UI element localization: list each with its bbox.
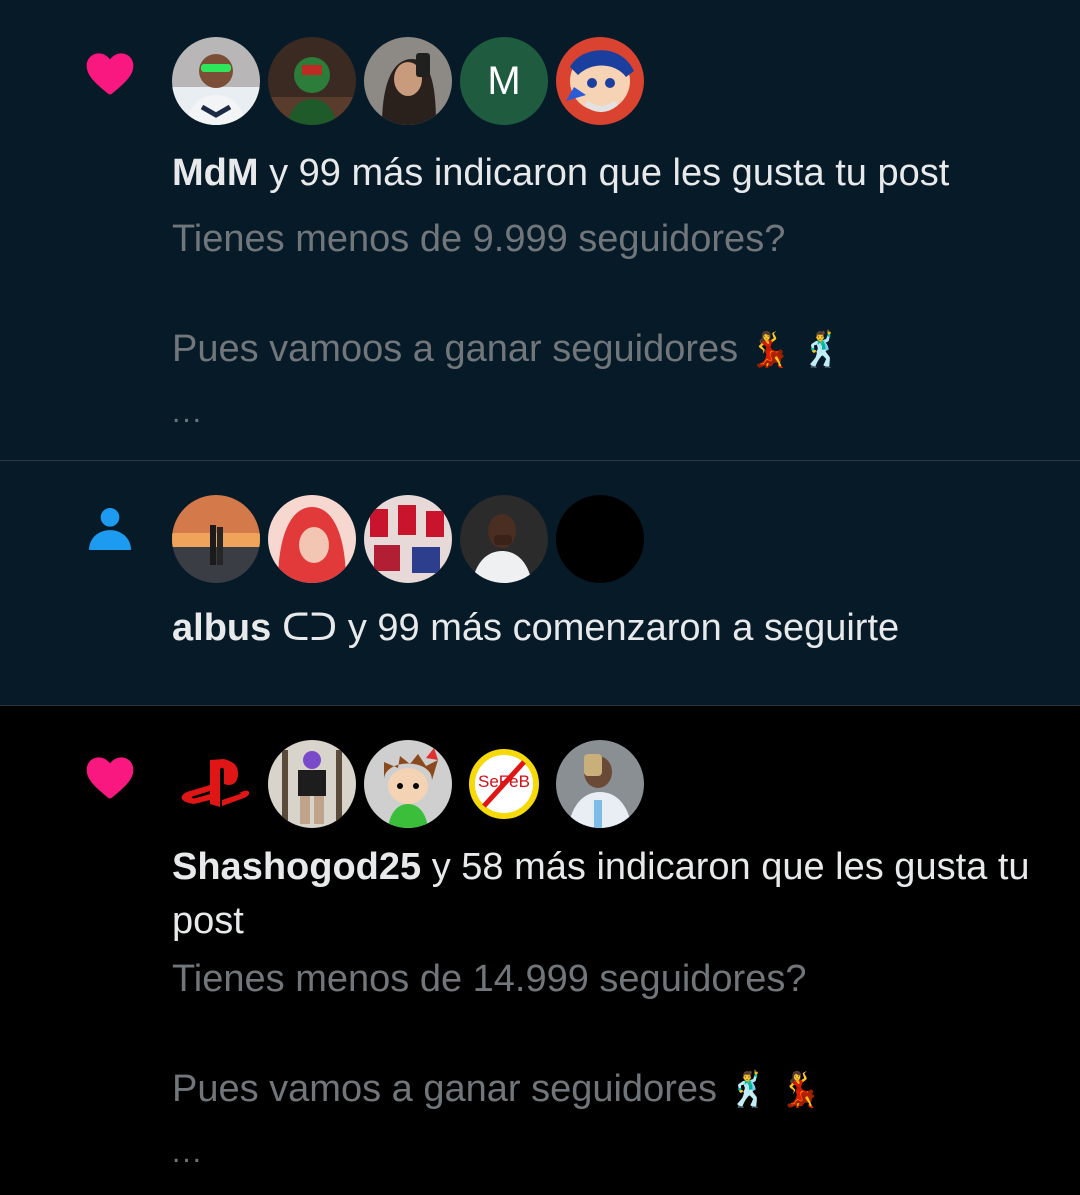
avatar[interactable] <box>364 495 452 583</box>
avatar[interactable] <box>364 37 452 125</box>
avatar-sefeb[interactable]: SeFeB <box>460 740 548 828</box>
notification-text: MdM y 99 más indicaron que les gusta tu … <box>172 146 1052 200</box>
avatar[interactable] <box>460 495 548 583</box>
dance-emoji: 🕺 💃 <box>727 1071 822 1109</box>
avatar[interactable] <box>268 495 356 583</box>
notification-like[interactable]: SeFeB Shashogod25 y 58 más indicaron que… <box>0 706 1080 1195</box>
actor-name[interactable]: MdM <box>172 152 259 194</box>
avatar[interactable] <box>268 740 356 828</box>
person-icon <box>89 508 131 550</box>
actor-name[interactable]: Shashogod25 <box>172 846 421 888</box>
notification-like[interactable]: M MdM y 99 más indicaron que les gusta t… <box>0 0 1080 460</box>
avatar[interactable] <box>364 740 452 828</box>
notification-text: Shashogod25 y 58 más indicaron que les g… <box>172 840 1052 948</box>
avatar-row: M <box>172 37 652 125</box>
notification-text: albus ᑕᑐ y 99 más comenzaron a seguirte <box>172 601 1052 655</box>
avatar-playstation-logo[interactable] <box>172 740 260 828</box>
more-indicator: ... <box>172 1136 204 1169</box>
post-preview-line2: Pues vamos a ganar seguidores 🕺 💃 <box>172 1068 822 1110</box>
action-text: y 99 más indicaron que les gusta tu post <box>269 152 950 194</box>
heart-icon <box>86 757 134 799</box>
post-preview-line2: Pues vamoos a ganar seguidores 💃 🕺 <box>172 328 843 370</box>
avatar[interactable] <box>556 495 644 583</box>
avatar[interactable] <box>556 740 644 828</box>
avatar[interactable] <box>556 37 644 125</box>
avatar-row <box>172 495 652 583</box>
avatar[interactable]: M <box>460 37 548 125</box>
dance-emoji: 💃 🕺 <box>748 331 843 369</box>
heart-icon <box>86 53 134 95</box>
post-preview-line1: Tienes menos de 14.999 seguidores? <box>172 958 807 1000</box>
action-text: y 99 más comenzaron a seguirte <box>347 607 900 649</box>
avatar[interactable] <box>172 37 260 125</box>
avatar[interactable] <box>172 495 260 583</box>
actor-name[interactable]: albus <box>172 607 271 649</box>
notification-follow[interactable]: albus ᑕᑐ y 99 más comenzaron a seguirte <box>0 461 1080 705</box>
avatar[interactable] <box>268 37 356 125</box>
actor-badge: ᑕᑐ <box>281 607 338 649</box>
playstation-logo-icon <box>181 759 250 807</box>
post-preview-line1: Tienes menos de 9.999 seguidores? <box>172 218 786 260</box>
avatar-row: SeFeB <box>172 740 652 828</box>
avatar-text: SeFeB <box>478 772 530 791</box>
more-indicator: ... <box>172 396 204 429</box>
